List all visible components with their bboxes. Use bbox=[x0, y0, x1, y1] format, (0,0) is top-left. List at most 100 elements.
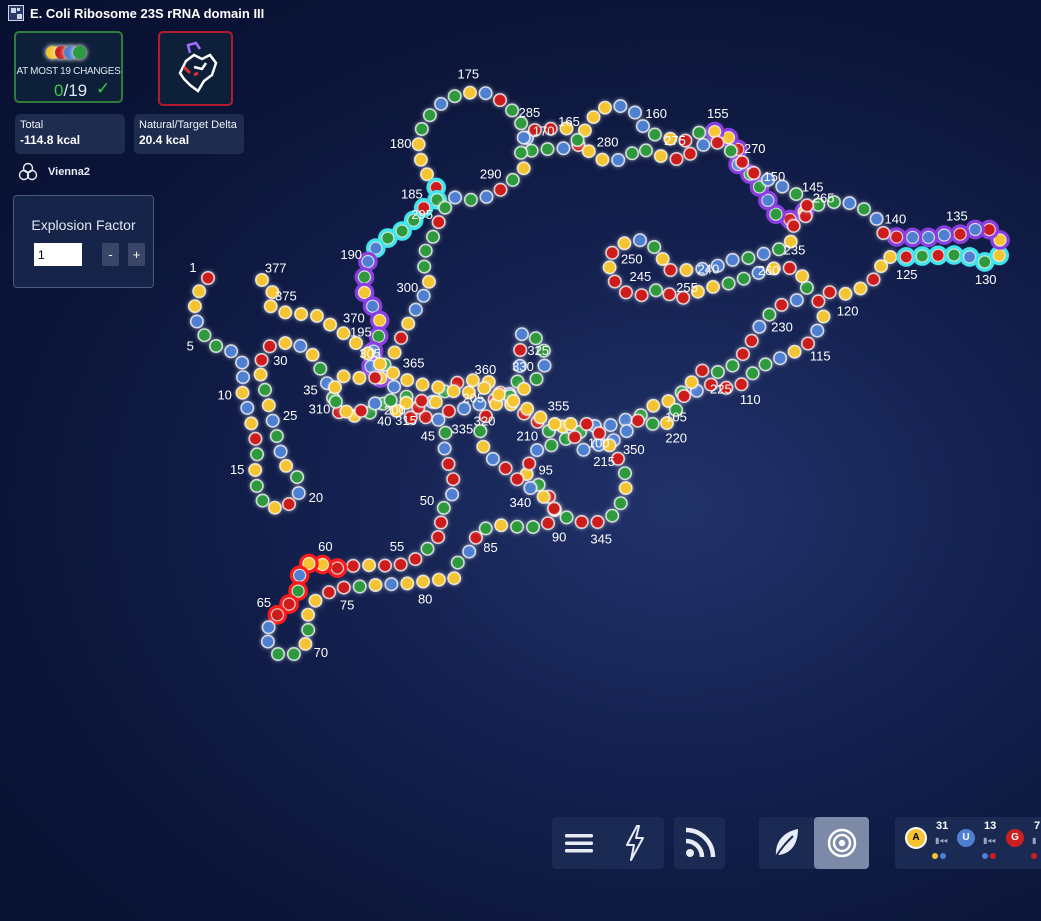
nucleotide[interactable] bbox=[782, 260, 797, 275]
nucleotide[interactable] bbox=[617, 236, 632, 251]
nucleotide[interactable] bbox=[679, 262, 694, 277]
nucleotide[interactable] bbox=[752, 319, 767, 334]
nucleotide[interactable] bbox=[605, 245, 620, 260]
nucleotide[interactable] bbox=[866, 272, 881, 287]
nucleotide[interactable] bbox=[386, 366, 401, 381]
nucleotide[interactable] bbox=[692, 125, 707, 140]
nucleotide[interactable] bbox=[669, 152, 684, 167]
nucleotide[interactable] bbox=[400, 576, 415, 591]
nucleotide[interactable] bbox=[618, 412, 633, 427]
nucleotide[interactable] bbox=[433, 515, 448, 530]
nucleotide[interactable] bbox=[853, 281, 868, 296]
nucleotide[interactable] bbox=[301, 622, 316, 637]
nucleotide[interactable] bbox=[647, 127, 662, 142]
nucleotide[interactable] bbox=[494, 518, 509, 533]
nucleotide[interactable] bbox=[330, 561, 345, 576]
nucleotide[interactable] bbox=[547, 501, 562, 516]
nucleotide[interactable] bbox=[605, 508, 620, 523]
nucleotide[interactable] bbox=[478, 86, 493, 101]
nucleotide[interactable] bbox=[235, 385, 250, 400]
nucleotide[interactable] bbox=[253, 367, 268, 382]
nucleotide[interactable] bbox=[520, 401, 535, 416]
nucleotide[interactable] bbox=[447, 571, 462, 586]
nucleotide[interactable] bbox=[638, 143, 653, 158]
nucleotide[interactable] bbox=[441, 404, 456, 419]
nucleotide[interactable] bbox=[394, 330, 409, 345]
nucleotide[interactable] bbox=[597, 100, 612, 115]
nucleotide[interactable] bbox=[301, 607, 316, 622]
nucleotide[interactable] bbox=[352, 370, 367, 385]
nucleotide[interactable] bbox=[547, 416, 562, 431]
nucleotide[interactable] bbox=[248, 431, 263, 446]
nucleotide[interactable] bbox=[485, 451, 500, 466]
nucleotide[interactable] bbox=[354, 403, 369, 418]
nucleotide[interactable] bbox=[292, 568, 307, 583]
palette-base-a[interactable]: A bbox=[907, 829, 925, 847]
nucleotide[interactable] bbox=[645, 416, 660, 431]
nucleotide[interactable] bbox=[270, 607, 285, 622]
nucleotide[interactable] bbox=[414, 393, 429, 408]
nucleotide[interactable] bbox=[768, 207, 783, 222]
nucleotide[interactable] bbox=[856, 202, 871, 217]
nucleotide[interactable] bbox=[725, 358, 740, 373]
nucleotide[interactable] bbox=[244, 416, 259, 431]
nucleotide[interactable] bbox=[322, 585, 337, 600]
nucleotide[interactable] bbox=[915, 249, 930, 264]
nucleotide[interactable] bbox=[401, 316, 416, 331]
nucleotide[interactable] bbox=[647, 240, 662, 255]
nucleotide[interactable] bbox=[377, 558, 392, 573]
nucleotide[interactable] bbox=[632, 233, 647, 248]
nucleotide[interactable] bbox=[517, 381, 532, 396]
nucleotide[interactable] bbox=[400, 373, 415, 388]
nucleotide[interactable] bbox=[525, 519, 540, 534]
nucleotide[interactable] bbox=[365, 299, 380, 314]
nucleotide[interactable] bbox=[360, 254, 375, 269]
nucleotide[interactable] bbox=[921, 230, 936, 245]
nucleotide[interactable] bbox=[346, 558, 361, 573]
nucleotide[interactable] bbox=[367, 396, 382, 411]
nucleotide[interactable] bbox=[224, 344, 239, 359]
nucleotide[interactable] bbox=[189, 314, 204, 329]
nucleotide[interactable] bbox=[431, 572, 446, 587]
nucleotide[interactable] bbox=[323, 317, 338, 332]
nucleotide[interactable] bbox=[968, 222, 983, 237]
nucleotide[interactable] bbox=[514, 327, 529, 342]
nucleotide[interactable] bbox=[774, 297, 789, 312]
nucleotide[interactable] bbox=[946, 248, 961, 263]
nucleotide[interactable] bbox=[773, 351, 788, 366]
nucleotide[interactable] bbox=[536, 489, 551, 504]
nucleotide[interactable] bbox=[446, 472, 461, 487]
nucleotide[interactable] bbox=[434, 96, 449, 111]
nucleotide[interactable] bbox=[563, 416, 578, 431]
nucleotide[interactable] bbox=[416, 288, 431, 303]
nucleotide[interactable] bbox=[695, 363, 710, 378]
nucleotide[interactable] bbox=[710, 364, 725, 379]
nucleotide[interactable] bbox=[298, 636, 313, 651]
nucleotide[interactable] bbox=[291, 485, 306, 500]
nucleotide[interactable] bbox=[336, 326, 351, 341]
nucleotide[interactable] bbox=[447, 89, 462, 104]
nucleotide[interactable] bbox=[533, 410, 548, 425]
nucleotide[interactable] bbox=[876, 226, 891, 241]
nucleotide[interactable] bbox=[462, 544, 477, 559]
nucleotide[interactable] bbox=[510, 472, 525, 487]
nucleotide[interactable] bbox=[758, 357, 773, 372]
nucleotide[interactable] bbox=[648, 283, 663, 298]
nucleotide[interactable] bbox=[479, 189, 494, 204]
nucleotide[interactable] bbox=[468, 530, 483, 545]
nucleotide[interactable] bbox=[254, 352, 269, 367]
nucleotide[interactable] bbox=[463, 192, 478, 207]
nucleotide[interactable] bbox=[735, 155, 750, 170]
nucleotide[interactable] bbox=[931, 248, 946, 263]
solve-button[interactable] bbox=[608, 817, 662, 869]
nucleotide[interactable] bbox=[414, 122, 429, 137]
nucleotide[interactable] bbox=[663, 262, 678, 277]
nucleotide[interactable] bbox=[368, 577, 383, 592]
nucleotide[interactable] bbox=[448, 190, 463, 205]
nucleotide[interactable] bbox=[438, 425, 453, 440]
nucleotide[interactable] bbox=[617, 466, 632, 481]
nucleotide[interactable] bbox=[431, 380, 446, 395]
nucleotide[interactable] bbox=[869, 211, 884, 226]
nucleotide[interactable] bbox=[789, 293, 804, 308]
nucleotide[interactable] bbox=[395, 224, 410, 239]
